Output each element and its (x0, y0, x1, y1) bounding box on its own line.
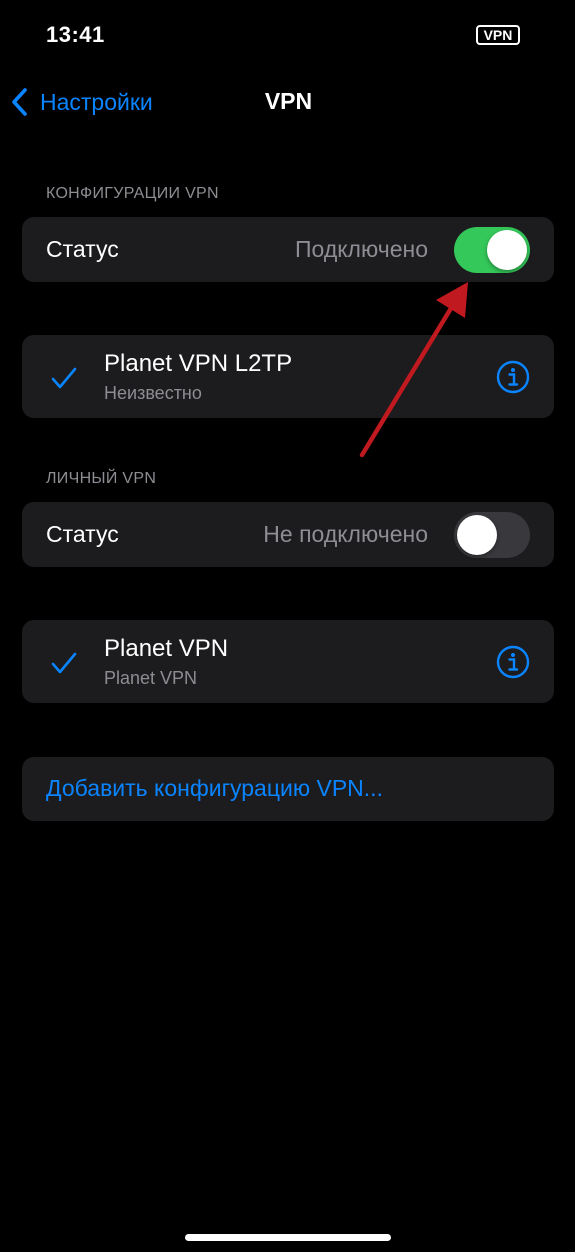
personal-vpn-status-toggle[interactable] (454, 512, 530, 558)
config-subtitle: Planet VPN (104, 668, 198, 688)
status-value: Подключено (295, 236, 428, 262)
page-title-text: VPN (264, 88, 313, 114)
section-header-vpn-configs: КОНФИГУРАЦИИ VPN (46, 185, 219, 202)
status-bar: 13:41 VPN (0, 0, 575, 70)
vpn-status-badge: VPN (476, 25, 520, 45)
navigation-bar: Настройки VPN (0, 78, 575, 126)
personal-vpn-item[interactable]: Planet VPN Planet VPN (22, 620, 554, 703)
page-title: VPN (0, 88, 575, 115)
config-name: Planet VPN (104, 635, 229, 662)
personal-vpn-status-row: Статус Не подключено (22, 502, 554, 567)
vpn-status-toggle[interactable] (454, 227, 530, 273)
config-name: Planet VPN L2TP (104, 350, 293, 377)
info-circle-icon[interactable] (496, 360, 530, 394)
status-value: Не подключено (263, 521, 428, 547)
vpn-config-item[interactable]: Planet VPN L2TP Неизвестно (22, 335, 554, 418)
home-indicator (185, 1234, 391, 1241)
status-time: 13:41 (46, 22, 105, 47)
add-vpn-config-row[interactable]: Добавить конфигурацию VPN... (22, 757, 554, 821)
config-subtitle: Неизвестно (104, 383, 202, 403)
toggle-knob (457, 515, 497, 555)
section-header-personal-vpn: ЛИЧНЫЙ VPN (46, 470, 157, 487)
status-label: Статус (46, 521, 119, 547)
add-vpn-config-link[interactable]: Добавить конфигурацию VPN... (46, 775, 383, 802)
info-circle-icon[interactable] (496, 645, 530, 679)
checkmark-icon (51, 652, 77, 674)
toggle-knob (487, 230, 527, 270)
checkmark-icon (51, 367, 77, 389)
status-label: Статус (46, 236, 119, 262)
vpn-status-row: Статус Подключено (22, 217, 554, 282)
